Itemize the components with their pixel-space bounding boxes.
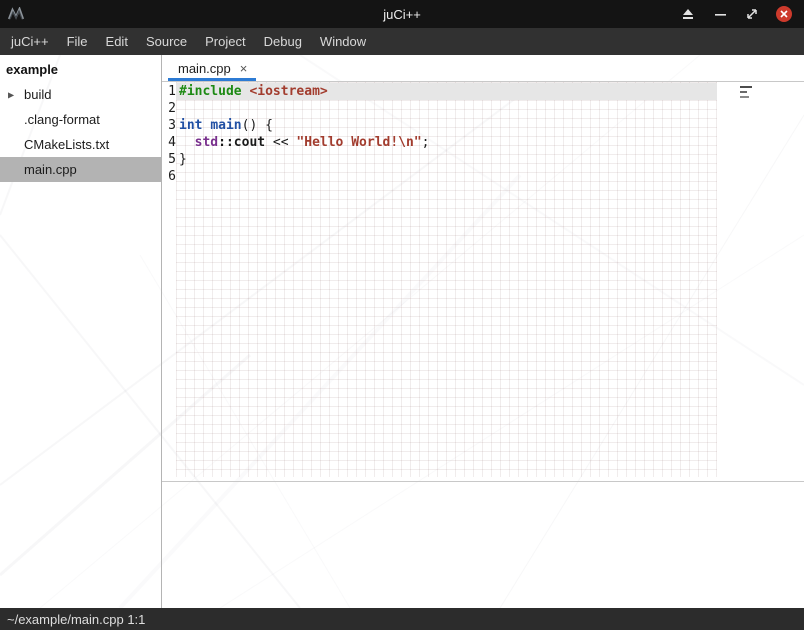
code-line-5: } xyxy=(176,151,717,168)
line-number: 3 xyxy=(162,117,176,134)
file-tree: ▶ build .clang-format CMakeLists.txt main.cp… xyxy=(0,82,161,182)
editor-column: main.cpp × 123456 #include <iostream>int… xyxy=(162,55,804,608)
menu-bar: juCi++FileEditSourceProjectDebugWindow xyxy=(0,28,804,55)
overview-mark xyxy=(740,91,747,93)
close-icon xyxy=(780,10,788,18)
menu-item-project[interactable]: Project xyxy=(196,28,254,55)
sidebar-item-build[interactable]: ▶ build xyxy=(0,82,161,107)
tab-main-cpp[interactable]: main.cpp × xyxy=(168,55,256,81)
minimize-icon xyxy=(715,9,726,20)
line-number: 4 xyxy=(162,134,176,151)
code-token: :: xyxy=(218,135,234,150)
status-bar: ~/example/main.cpp 1:1 xyxy=(0,608,804,630)
code-token: } xyxy=(179,152,187,167)
code-token: ; xyxy=(422,135,430,150)
code-token: main xyxy=(210,118,241,133)
code-token: () { xyxy=(242,118,273,133)
restore-icon xyxy=(746,8,758,20)
menu-item-source[interactable]: Source xyxy=(137,28,196,55)
sidebar-item-label: main.cpp xyxy=(24,162,77,177)
juci-window: juCi++ xyxy=(0,0,804,630)
eject-icon xyxy=(682,9,694,20)
overview-mark xyxy=(740,96,749,98)
sidebar-item-label: .clang-format xyxy=(24,112,100,127)
active-tab-indicator xyxy=(168,78,256,81)
code-token: int xyxy=(179,118,202,133)
code-token: << xyxy=(265,135,296,150)
minimize-button[interactable] xyxy=(712,6,728,22)
window-controls xyxy=(680,6,792,22)
code-line-1: #include <iostream> xyxy=(176,83,717,100)
status-path-and-position: ~/example/main.cpp 1:1 xyxy=(7,612,145,627)
expander-icon[interactable]: ▶ xyxy=(8,90,14,99)
line-number: 1 xyxy=(162,83,176,100)
title-bar: juCi++ xyxy=(0,0,804,28)
line-number: 5 xyxy=(162,151,176,168)
sidebar-item-cmakelists-txt[interactable]: CMakeLists.txt xyxy=(0,132,161,157)
code-token: cout xyxy=(234,135,265,150)
overview-mark xyxy=(740,86,752,88)
code-line-2 xyxy=(176,100,717,117)
code-token: <iostream> xyxy=(249,84,327,99)
code-token xyxy=(179,135,195,150)
tab-label: main.cpp xyxy=(178,61,231,76)
shade-button[interactable] xyxy=(680,6,696,22)
close-button[interactable] xyxy=(776,6,792,22)
sidebar-item-label: build xyxy=(24,87,51,102)
line-numbers: 123456 xyxy=(162,82,176,481)
menu-item-file[interactable]: File xyxy=(58,28,97,55)
code-token: std xyxy=(195,135,218,150)
menu-item-edit[interactable]: Edit xyxy=(97,28,137,55)
output-panel[interactable] xyxy=(162,482,804,608)
tab-close-icon[interactable]: × xyxy=(240,62,248,75)
project-root-label[interactable]: example xyxy=(0,55,161,82)
tab-bar: main.cpp × xyxy=(162,55,804,82)
line-number: 2 xyxy=(162,100,176,117)
menu-item-debug[interactable]: Debug xyxy=(255,28,311,55)
code-token: "Hello World!\n" xyxy=(296,135,421,150)
sidebar-item--clang-format[interactable]: .clang-format xyxy=(0,107,161,132)
file-tree-sidebar: example ▶ build .clang-format CMakeLists.tx… xyxy=(0,55,162,608)
scroll-overview[interactable] xyxy=(740,86,752,98)
sidebar-item-label: CMakeLists.txt xyxy=(24,137,109,152)
content-area: example ▶ build .clang-format CMakeLists.tx… xyxy=(0,55,804,608)
code-area[interactable]: #include <iostream>int main() { std::cou… xyxy=(176,82,717,477)
sidebar-item-main-cpp[interactable]: main.cpp xyxy=(0,157,161,182)
line-number: 6 xyxy=(162,168,176,185)
code-line-6 xyxy=(176,168,717,185)
code-token: #include xyxy=(179,84,242,99)
menu-item-window[interactable]: Window xyxy=(311,28,375,55)
menu-item-juci[interactable]: juCi++ xyxy=(2,28,58,55)
code-line-4: std::cout << "Hello World!\n"; xyxy=(176,134,717,151)
code-editor[interactable]: 123456 #include <iostream>int main() { s… xyxy=(162,82,804,481)
restore-button[interactable] xyxy=(744,6,760,22)
code-line-3: int main() { xyxy=(176,117,717,134)
app-logo-icon xyxy=(7,7,25,22)
